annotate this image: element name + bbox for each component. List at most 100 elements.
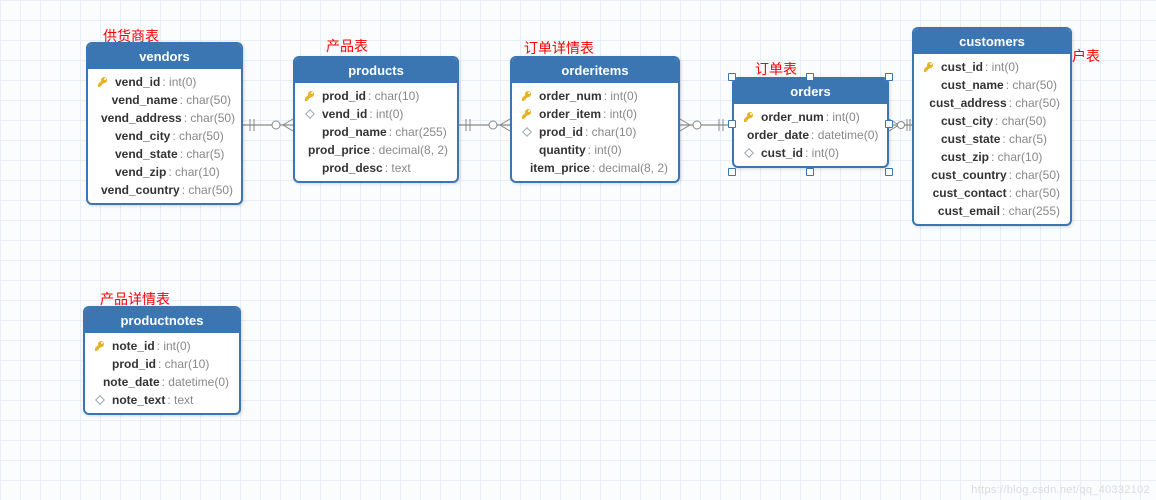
column-row[interactable]: vend_id: int(0): [295, 105, 457, 123]
column-row[interactable]: note_date: datetime(0): [85, 373, 239, 391]
selection-handle[interactable]: [885, 120, 893, 128]
column-type: : decimal(8, 2): [372, 143, 448, 157]
column-row[interactable]: cust_city: char(50): [914, 112, 1070, 130]
column-name: note_text: [112, 393, 165, 407]
column-row[interactable]: cust_zip: char(10): [914, 148, 1070, 166]
column-type: : char(10): [585, 125, 636, 139]
column-row[interactable]: quantity: int(0): [512, 141, 678, 159]
column-row[interactable]: vend_zip: char(10): [88, 163, 241, 181]
table-header: products: [295, 58, 457, 83]
column-row[interactable]: note_text: text: [85, 391, 239, 409]
column-row[interactable]: cust_id: int(0): [734, 144, 887, 162]
column-row[interactable]: vend_id: int(0): [88, 73, 241, 91]
column-row[interactable]: vend_state: char(5): [88, 145, 241, 163]
column-name: order_date: [747, 128, 809, 142]
column-row[interactable]: cust_country: char(50): [914, 166, 1070, 184]
column-type: : int(0): [826, 110, 860, 124]
column-row[interactable]: vend_country: char(50): [88, 181, 241, 199]
column-type: : char(10): [368, 89, 419, 103]
column-row[interactable]: prod_desc: text: [295, 159, 457, 177]
selection-handle[interactable]: [728, 168, 736, 176]
column-row[interactable]: note_id: int(0): [85, 337, 239, 355]
column-row[interactable]: prod_price: decimal(8, 2): [295, 141, 457, 159]
column-type: : char(50): [184, 111, 235, 125]
column-row[interactable]: item_price: decimal(8, 2): [512, 159, 678, 177]
column-name: prod_id: [539, 125, 583, 139]
column-type: : char(255): [1002, 204, 1060, 218]
column-type: : char(50): [182, 183, 233, 197]
column-name: cust_email: [938, 204, 1000, 218]
column-row[interactable]: vend_city: char(50): [88, 127, 241, 145]
table-productnotes[interactable]: productnotes note_id: int(0)prod_id: cha…: [83, 306, 241, 415]
column-row[interactable]: prod_id: char(10): [512, 123, 678, 141]
annotation-orderitems: 订单详情表: [524, 38, 594, 58]
table-body: cust_id: int(0)cust_name: char(50)cust_a…: [914, 54, 1070, 224]
table-customers[interactable]: customers cust_id: int(0)cust_name: char…: [912, 27, 1072, 226]
column-type: : datetime(0): [811, 128, 878, 142]
column-row[interactable]: prod_id: char(10): [295, 87, 457, 105]
selection-handle[interactable]: [885, 73, 893, 81]
column-name: vend_zip: [115, 165, 166, 179]
key-icon: [303, 90, 317, 102]
column-row[interactable]: vend_name: char(50): [88, 91, 241, 109]
diamond-icon: [303, 109, 317, 119]
table-products[interactable]: products prod_id: char(10)vend_id: int(0…: [293, 56, 459, 183]
table-orderitems[interactable]: orderitems order_num: int(0)order_item: …: [510, 56, 680, 183]
table-vendors[interactable]: vendors vend_id: int(0)vend_name: char(5…: [86, 42, 243, 205]
column-row[interactable]: cust_email: char(255): [914, 202, 1070, 220]
table-body: note_id: int(0)prod_id: char(10)note_dat…: [85, 333, 239, 413]
column-type: : decimal(8, 2): [592, 161, 668, 175]
key-icon: [96, 76, 110, 88]
column-type: : char(255): [389, 125, 447, 139]
column-row[interactable]: cust_address: char(50): [914, 94, 1070, 112]
column-row[interactable]: cust_state: char(5): [914, 130, 1070, 148]
column-type: : char(5): [1002, 132, 1047, 146]
column-name: cust_name: [941, 78, 1004, 92]
column-name: cust_state: [941, 132, 1000, 146]
selection-handle[interactable]: [885, 168, 893, 176]
column-type: : int(0): [805, 146, 839, 160]
column-row[interactable]: prod_name: char(255): [295, 123, 457, 141]
selection-handle[interactable]: [806, 168, 814, 176]
column-name: cust_address: [929, 96, 1006, 110]
column-name: order_item: [539, 107, 601, 121]
selection-handle[interactable]: [806, 73, 814, 81]
selection-handle[interactable]: [728, 73, 736, 81]
column-type: : char(50): [1009, 186, 1060, 200]
column-name: prod_desc: [322, 161, 383, 175]
column-row[interactable]: cust_contact: char(50): [914, 184, 1070, 202]
column-type: : int(0): [604, 89, 638, 103]
column-type: : int(0): [985, 60, 1019, 74]
column-name: vend_id: [115, 75, 160, 89]
column-type: : char(5): [180, 147, 225, 161]
column-name: order_num: [539, 89, 602, 103]
column-row[interactable]: order_date: datetime(0): [734, 126, 887, 144]
column-name: item_price: [530, 161, 590, 175]
column-name: cust_id: [941, 60, 983, 74]
column-type: : text: [167, 393, 193, 407]
diamond-icon: [520, 127, 534, 137]
column-type: : char(10): [158, 357, 209, 371]
column-name: order_num: [761, 110, 824, 124]
table-header: orderitems: [512, 58, 678, 83]
column-type: : char(10): [168, 165, 219, 179]
selection-handle[interactable]: [728, 120, 736, 128]
key-icon: [922, 61, 936, 73]
column-row[interactable]: cust_name: char(50): [914, 76, 1070, 94]
column-name: cust_id: [761, 146, 803, 160]
column-type: : char(50): [1006, 78, 1057, 92]
diamond-icon: [93, 395, 107, 405]
column-row[interactable]: order_num: int(0): [512, 87, 678, 105]
annotation-products: 产品表: [326, 36, 368, 56]
key-icon: [520, 108, 534, 120]
column-row[interactable]: order_num: int(0): [734, 108, 887, 126]
column-type: : text: [385, 161, 411, 175]
key-icon: [93, 340, 107, 352]
column-row[interactable]: order_item: int(0): [512, 105, 678, 123]
column-row[interactable]: prod_id: char(10): [85, 355, 239, 373]
column-type: : char(50): [1009, 96, 1060, 110]
column-name: vend_state: [115, 147, 178, 161]
table-orders[interactable]: orders order_num: int(0)order_date: date…: [732, 77, 889, 168]
column-row[interactable]: cust_id: int(0): [914, 58, 1070, 76]
column-row[interactable]: vend_address: char(50): [88, 109, 241, 127]
